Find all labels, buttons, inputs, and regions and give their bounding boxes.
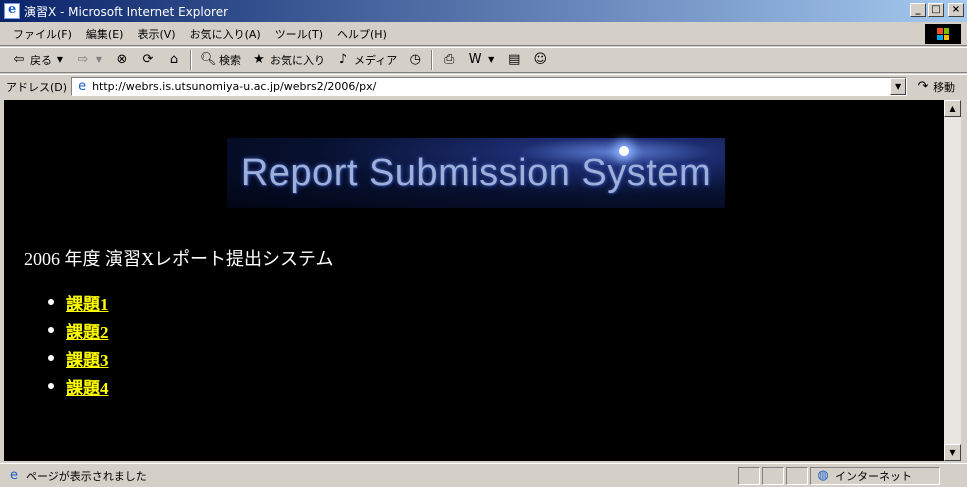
globe-icon: ◍ (817, 467, 829, 483)
maximize-button[interactable]: □ (928, 3, 944, 17)
status-message-area: e ページが表示されました (0, 468, 738, 484)
history-button[interactable]: ◷ (402, 49, 428, 71)
task-link-1[interactable]: 課題1 (66, 290, 109, 315)
discuss-button[interactable]: ▤ (501, 49, 527, 71)
list-item: 課題2 (48, 316, 109, 344)
minimize-button[interactable]: _ (910, 3, 926, 17)
menu-view[interactable]: 表示(V) (130, 26, 182, 42)
window-controls: _ □ × (910, 3, 964, 17)
windows-logo-icon (925, 24, 961, 44)
go-label: 移動 (933, 80, 956, 94)
ie-page-icon: e (78, 78, 87, 94)
favorites-label: お気に入り (270, 54, 325, 67)
edit-button[interactable]: W ▼ (462, 49, 501, 71)
status-cell (738, 466, 760, 485)
home-icon: ⌂ (169, 52, 179, 67)
standard-toolbar: ⇦ 戻る ▼ ⇨ ▼ ⊗ ⟳ ⌂ 🔍︎ 検索 ★ お気に入り ♪ メディア ◷ … (0, 47, 967, 73)
list-item: 課題4 (48, 372, 109, 400)
refresh-button[interactable]: ⟳ (135, 49, 161, 71)
search-button[interactable]: 🔍︎ 検索 (195, 49, 246, 71)
print-button[interactable]: ⎙ (436, 49, 462, 71)
page-viewport: Report Submission System 2006 年度 演習Xレポート… (4, 100, 944, 461)
status-message: ページが表示されました (26, 469, 147, 483)
bullet-icon (48, 355, 54, 361)
scroll-up-button[interactable]: ▲ (944, 100, 961, 117)
menu-bar: ファイル(F) 編集(E) 表示(V) お気に入り(A) ツール(T) ヘルプ(… (0, 22, 967, 46)
notepad-icon: ▤ (508, 52, 521, 67)
media-icon: ♪ (338, 52, 348, 67)
messenger-button[interactable]: ☺ (527, 49, 553, 71)
address-dropdown-button[interactable]: ▼ (890, 78, 907, 95)
back-label: 戻る (30, 54, 52, 67)
menu-help[interactable]: ヘルプ(H) (330, 26, 394, 42)
vertical-scrollbar[interactable]: ▲ ▼ (944, 100, 961, 461)
speech-bubble-icon: ☺ (533, 52, 548, 67)
address-box: e ▼ (71, 77, 908, 96)
chevron-down-icon[interactable]: ▼ (94, 52, 104, 68)
ie-page-icon: e (10, 467, 18, 483)
window-title: 演習X - Microsoft Internet Explorer (24, 4, 229, 19)
banner-text: Report Submission System (240, 151, 712, 194)
print-icon: ⎙ (444, 52, 455, 67)
security-zone: ◍ インターネット (810, 466, 940, 485)
chevron-down-icon[interactable]: ▼ (486, 52, 496, 68)
list-item: 課題3 (48, 344, 109, 372)
zone-label: インターネット (835, 469, 912, 483)
search-icon: 🔍︎ (200, 52, 217, 67)
sparkle-icon (619, 146, 629, 156)
list-item: 課題1 (48, 288, 109, 316)
back-button[interactable]: ⇦ 戻る ▼ (6, 49, 70, 71)
close-button[interactable]: × (948, 3, 964, 17)
forward-button[interactable]: ⇨ ▼ (70, 49, 109, 71)
task-link-4[interactable]: 課題4 (66, 374, 109, 399)
favorites-button[interactable]: ★ お気に入り (246, 49, 330, 71)
home-button[interactable]: ⌂ (161, 49, 187, 71)
stop-button[interactable]: ⊗ (109, 49, 135, 71)
address-bar: アドレス(D) e ▼ ↷ 移動 (0, 74, 967, 98)
menu-file[interactable]: ファイル(F) (6, 26, 79, 42)
page-heading: 2006 年度 演習Xレポート提出システム (24, 249, 334, 269)
menu-favorites[interactable]: お気に入り(A) (183, 26, 268, 42)
menu-edit[interactable]: 編集(E) (79, 26, 131, 42)
history-icon: ◷ (409, 52, 421, 67)
scroll-down-button[interactable]: ▼ (944, 444, 961, 461)
bullet-icon (48, 383, 54, 389)
go-arrow-icon: ↷ (917, 78, 929, 94)
refresh-icon: ⟳ (142, 52, 154, 67)
menu-tools[interactable]: ツール(T) (268, 26, 330, 42)
search-label: 検索 (219, 54, 241, 67)
task-link-3[interactable]: 課題3 (66, 346, 109, 371)
task-list: 課題1 課題2 課題3 課題4 (48, 288, 109, 400)
status-bar: e ページが表示されました ◍ インターネット (0, 463, 967, 487)
toolbar-separator (190, 50, 192, 70)
bullet-icon (48, 327, 54, 333)
task-link-2[interactable]: 課題2 (66, 318, 109, 343)
chevron-down-icon[interactable]: ▼ (55, 52, 65, 68)
toolbar-separator (431, 50, 434, 70)
word-edit-icon: W (468, 52, 482, 67)
ie-page-icon (4, 2, 20, 19)
go-button[interactable]: ↷ 移動 (915, 79, 955, 95)
report-submission-banner: Report Submission System (227, 138, 725, 208)
media-button[interactable]: ♪ メディア (330, 49, 402, 71)
favorites-icon: ★ (253, 52, 265, 67)
title-bar: 演習X - Microsoft Internet Explorer _ □ × (0, 0, 967, 22)
status-cell (786, 466, 808, 485)
stop-icon: ⊗ (116, 52, 128, 67)
bullet-icon (48, 299, 54, 305)
status-cell (762, 466, 784, 485)
media-label: メディア (354, 54, 398, 67)
address-label: アドレス(D) (6, 80, 68, 94)
address-input[interactable] (92, 80, 883, 93)
forward-arrow-icon: ⇨ (77, 52, 89, 67)
back-arrow-icon: ⇦ (13, 52, 25, 67)
